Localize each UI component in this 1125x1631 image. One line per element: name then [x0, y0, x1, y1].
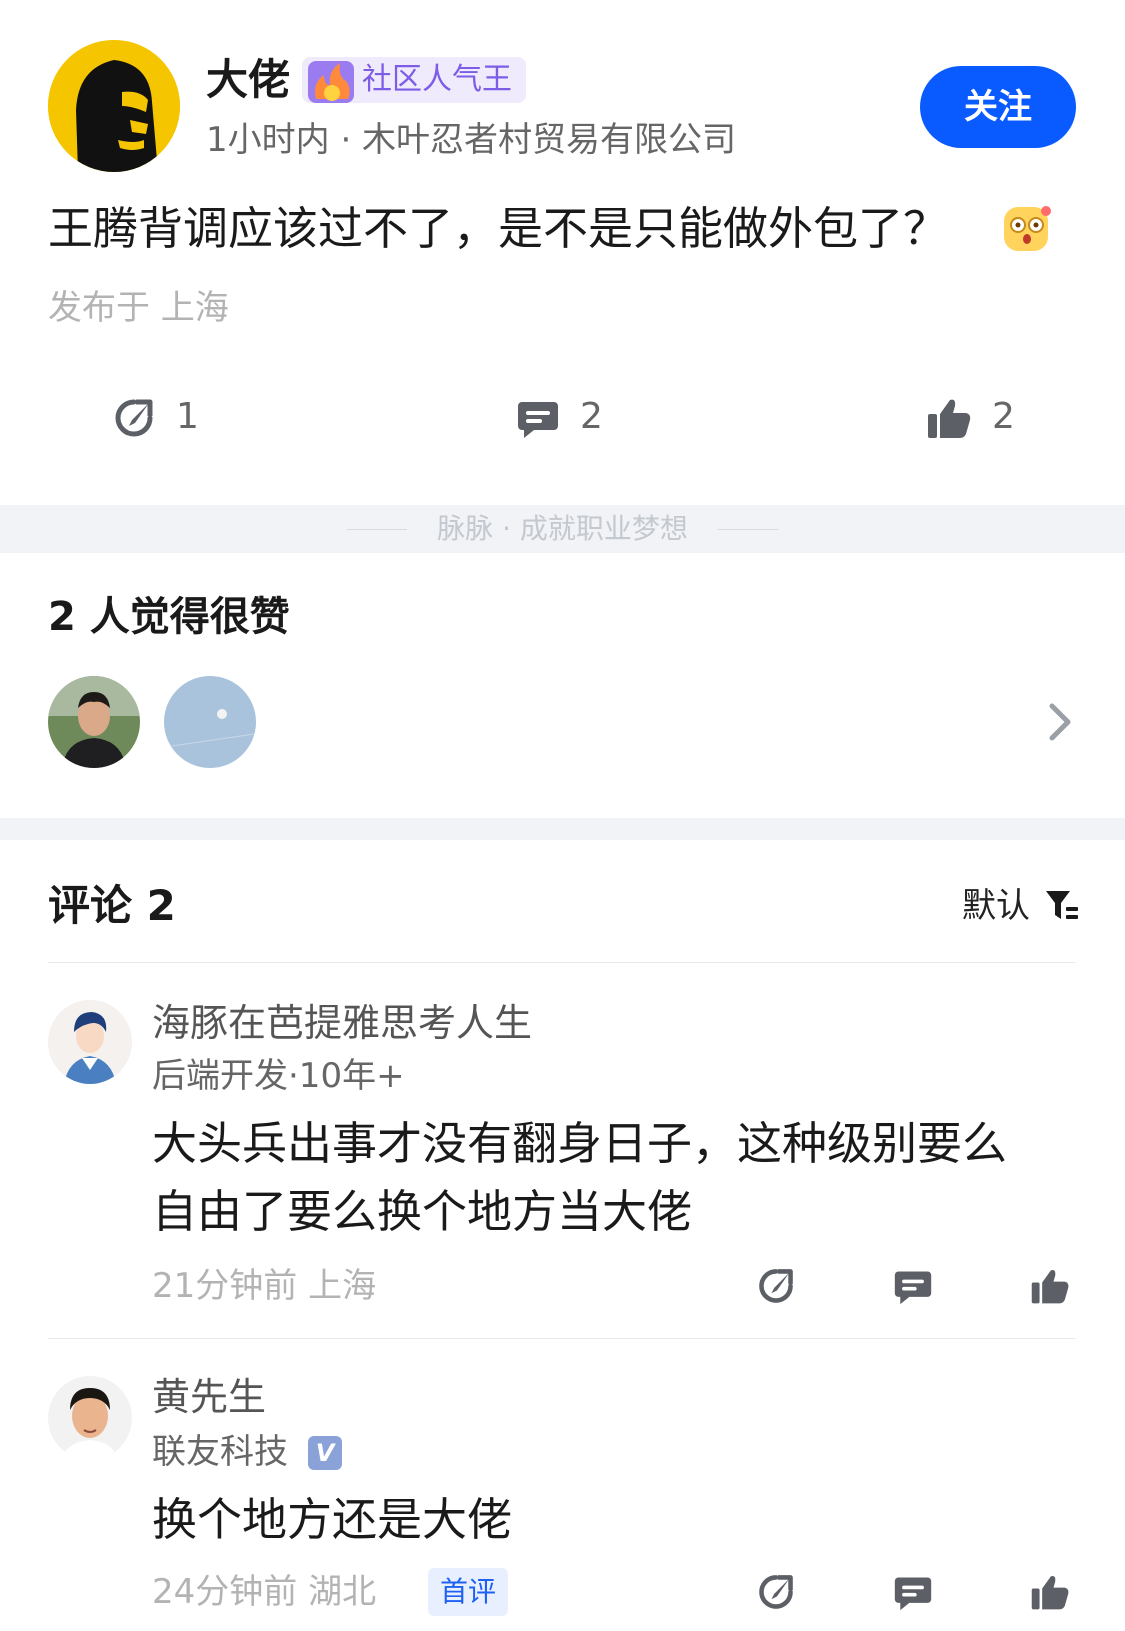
thumbs-up-icon[interactable] [1030, 1572, 1070, 1612]
share-button[interactable]: 1 [112, 392, 199, 442]
author-avatar[interactable] [48, 40, 180, 172]
divider [48, 962, 1076, 963]
thumbs-up-icon[interactable] [1030, 1266, 1070, 1306]
commenter-avatar[interactable] [48, 1000, 132, 1084]
comment-icon[interactable] [893, 1572, 933, 1612]
slogan: 脉脉 · 成就职业梦想 [437, 512, 688, 545]
commenter-company: 联友科技 [152, 1432, 288, 1472]
divider [48, 1338, 1076, 1339]
like-button[interactable]: 2 [926, 392, 1015, 442]
sort-selector[interactable]: 默认 [962, 882, 1030, 930]
share-icon[interactable] [756, 1266, 796, 1306]
comment-count: 2 [580, 396, 603, 437]
comment-button[interactable]: 2 [516, 392, 603, 442]
commenter-title: 后端开发·10年+ [152, 1056, 405, 1096]
share-icon [115, 399, 153, 437]
verified-badge: V [308, 1436, 342, 1470]
fire-badge-icon [306, 55, 358, 105]
post-meta: 1小时内 · 木叶忍者村贸易有限公司 [206, 120, 737, 160]
liker-avatar[interactable] [48, 676, 140, 768]
share-icon[interactable] [756, 1572, 796, 1612]
commenter-name[interactable]: 海豚在芭提雅思考人生 [152, 996, 532, 1050]
badge-label: 社区人气王 [362, 62, 512, 97]
commenter-avatar[interactable] [48, 1376, 132, 1460]
comment-text: 大头兵出事才没有翻身日子，这种级别要么 [152, 1117, 1008, 1170]
share-count: 1 [176, 396, 199, 437]
comment-text: 自由了要么换个地方当大佬 [152, 1185, 693, 1238]
thumbs-up-icon [928, 399, 971, 438]
comment-text: 换个地方还是大佬 [152, 1493, 513, 1546]
section-gap [0, 818, 1125, 840]
liker-avatar[interactable] [164, 676, 256, 768]
comment-icon[interactable] [893, 1266, 933, 1306]
surprised-emoji-icon [1000, 201, 1054, 255]
comment-icon [518, 402, 558, 438]
comment-meta: 21分钟前 上海 [152, 1266, 377, 1306]
filter-icon[interactable] [1044, 889, 1080, 923]
follow-button[interactable]: 关注 [920, 66, 1076, 148]
commenter-name[interactable]: 黄先生 [152, 1370, 266, 1424]
popularity-badge[interactable]: 社区人气王 [302, 57, 526, 103]
likes-title: 2 人觉得很赞 [48, 594, 290, 640]
comments-title: 评论 2 [48, 881, 176, 930]
like-count: 2 [992, 396, 1015, 437]
first-comment-tag: 首评 [428, 1568, 509, 1616]
post-content: 王腾背调应该过不了，是不是只能做外包了？ [48, 202, 949, 255]
comment-meta: 24分钟前 湖北 [152, 1572, 377, 1612]
publish-location: 发布于 上海 [48, 288, 229, 328]
author-name[interactable]: 大佬 [206, 52, 290, 108]
chevron-right-icon[interactable] [1044, 702, 1074, 742]
